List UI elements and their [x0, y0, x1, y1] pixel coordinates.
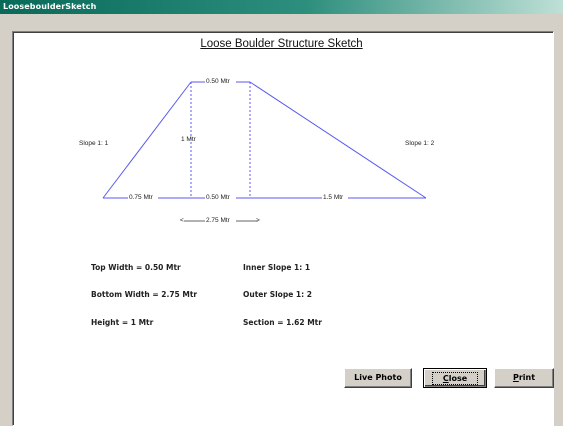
stat-section: Section = 1.62 Mtr	[243, 318, 322, 327]
live-photo-button-label: Live Photo	[354, 373, 402, 382]
total-width-label: 2.75 Mtr	[205, 217, 231, 224]
mid-base-label: 0.50 Mtr	[205, 194, 231, 201]
close-button[interactable]: Close	[423, 368, 487, 388]
close-button-focus: Close	[431, 372, 479, 385]
stat-top-width: Top Width = 0.50 Mtr	[91, 263, 181, 272]
total-width-arrow-right: >	[256, 217, 260, 224]
right-slope-line	[249, 81, 427, 199]
stat-inner-slope: Inner Slope 1: 1	[243, 263, 311, 272]
stat-bottom-width: Bottom Width = 2.75 Mtr	[91, 290, 198, 299]
stat-height: Height = 1 Mtr	[91, 318, 154, 327]
structure-sketch	[102, 81, 427, 222]
height-label: 1 Mtr	[181, 136, 196, 143]
total-width-arrow-left: <	[180, 217, 184, 224]
left-slope-line	[102, 81, 192, 199]
sketch-title: Loose Boulder Structure Sketch	[200, 38, 363, 50]
top-width-label: 0.50 Mtr	[205, 78, 231, 85]
right-slope-label: Slope 1: 2	[405, 140, 435, 147]
right-base-label: 1.5 Mtr	[322, 194, 345, 201]
left-slope-label: Slope 1: 1	[79, 140, 109, 147]
left-base-label: 0.75 Mtr	[128, 194, 154, 201]
print-button[interactable]: Print	[494, 368, 554, 388]
live-photo-button[interactable]: Live Photo	[344, 368, 412, 388]
stat-outer-slope: Outer Slope 1: 2	[243, 290, 312, 299]
